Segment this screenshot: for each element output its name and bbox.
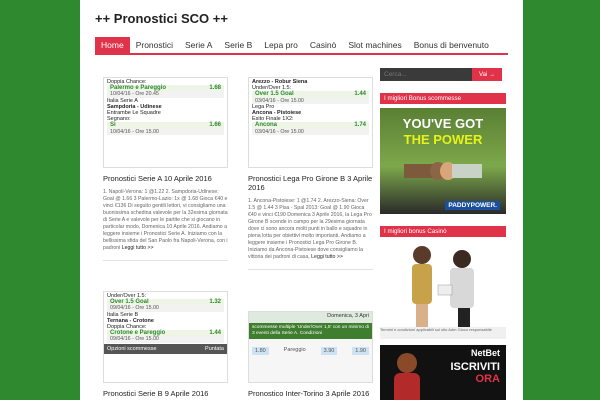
netbet-logo: NetBet bbox=[470, 348, 500, 358]
nav-lega-pro[interactable]: Lepa pro bbox=[258, 37, 304, 53]
divider bbox=[103, 260, 228, 261]
netbet-banner[interactable]: NetBet ISCRIVITI ORA bbox=[380, 345, 506, 400]
nav-bonus-benvenuto[interactable]: Bonus di benvenuto bbox=[408, 37, 495, 53]
casino-people-image bbox=[412, 246, 474, 327]
bet-slip: Arezzo - Robur Siena Under/Over 1.5: Ove… bbox=[249, 78, 372, 136]
banner-headline: YOU'VE GOT bbox=[402, 116, 484, 131]
search-form: Vai → bbox=[380, 68, 506, 81]
divider bbox=[248, 269, 373, 270]
bet-slip: Under/Over 1.5: Over 1.5 Goal 1.32 09/04/… bbox=[104, 292, 227, 344]
nav-home[interactable]: Home bbox=[95, 37, 130, 53]
read-more-link[interactable]: Leggi tutto >> bbox=[311, 254, 343, 260]
post-excerpt: 1. Ancona-Pistoiese: 1 @1.74 2. Arezzo-S… bbox=[248, 198, 372, 260]
casino-banner[interactable]: Termini e condizioni applicabili sul sit… bbox=[380, 241, 506, 339]
bet-slip: Doppia Chance: Palermo e Pareggio 1.68 10… bbox=[104, 78, 227, 136]
bet-date: Domenica, 3 Apri bbox=[249, 312, 372, 323]
post-thumbnail[interactable]: Arezzo - Robur Siena Under/Over 1.5: Ove… bbox=[248, 77, 373, 168]
paddypower-logo: PADDYPOWER. bbox=[445, 201, 500, 210]
nav-pronostici[interactable]: Pronostici bbox=[130, 37, 179, 53]
sidebar: Vai → I migliori Bonus scommesse YOU'VE … bbox=[380, 68, 506, 400]
odds-row: 1.80 Pareggio 3.90 1.90 bbox=[249, 339, 372, 355]
post-excerpt: 1. Napoli-Verona: 1 @1.22 2. Sampdoria-U… bbox=[103, 189, 228, 251]
post-title[interactable]: Pronostici Serie B 9 Aprile 2016 bbox=[103, 389, 228, 398]
post-card: Under/Over 1.5: Over 1.5 Goal 1.32 09/04/… bbox=[103, 291, 228, 398]
search-button[interactable]: Vai → bbox=[472, 68, 502, 81]
paddypower-banner[interactable]: YOU'VE GOT THE POWER PADDYPOWER. bbox=[380, 108, 506, 214]
widget-title: I migliori Bonus scommesse bbox=[380, 93, 506, 104]
post-thumbnail[interactable]: Under/Over 1.5: Over 1.5 Goal 1.32 09/04/… bbox=[103, 291, 228, 383]
page-container: ++ Pronostici SCO ++ Home Pronostici Ser… bbox=[80, 0, 523, 400]
widget-title: I migliori bonus Casinò bbox=[380, 226, 506, 237]
fist-bump-icon bbox=[404, 162, 482, 180]
nav-slot-machines[interactable]: Slot machines bbox=[342, 37, 407, 53]
bet-date: 10/04/16 - Ore 15.00 bbox=[107, 128, 224, 135]
read-more-link[interactable]: Leggi tutto >> bbox=[122, 245, 154, 251]
post-title[interactable]: Pronostici Serie A 10 Aprile 2016 bbox=[103, 174, 228, 183]
post-card: Domenica, 3 Apri scommesse multiple 'Und… bbox=[248, 311, 373, 398]
nav-serie-b[interactable]: Serie B bbox=[218, 37, 258, 53]
post-card: Arezzo - Robur Siena Under/Over 1.5: Ove… bbox=[248, 77, 373, 270]
banner-headline: THE POWER bbox=[403, 132, 483, 147]
arrow-right-icon: → bbox=[488, 71, 495, 78]
bet-date: 09/04/16 - Ore 15.00 bbox=[107, 336, 224, 343]
search-input[interactable] bbox=[380, 68, 472, 81]
post-thumbnail[interactable]: Domenica, 3 Apri scommesse multiple 'Und… bbox=[248, 311, 373, 383]
banner-fine-print: Termini e condizioni applicabili sul sit… bbox=[380, 327, 506, 339]
post-title[interactable]: Pronostici Lega Pro Girone B 3 Aprile 20… bbox=[248, 174, 373, 192]
bet-options-bar: Opzioni scommesse Puntata bbox=[104, 343, 227, 354]
post-card: Doppia Chance: Palermo e Pareggio 1.68 10… bbox=[103, 77, 228, 261]
banner-headline: ISCRIVITI ORA bbox=[450, 361, 500, 385]
main-nav: Home Pronostici Serie A Serie B Lepa pro… bbox=[95, 37, 495, 53]
post-thumbnail[interactable]: Doppia Chance: Palermo e Pareggio 1.68 10… bbox=[103, 77, 228, 168]
promo-notice: scommesse multiple 'Under/Over 1,5' con … bbox=[249, 323, 372, 339]
nav-serie-a[interactable]: Serie A bbox=[179, 37, 218, 53]
site-title[interactable]: ++ Pronostici SCO ++ bbox=[95, 11, 228, 26]
nav-casino[interactable]: Casinò bbox=[304, 37, 342, 53]
person-image bbox=[394, 353, 420, 400]
bet-date: 03/04/16 - Ore 15.00 bbox=[252, 128, 369, 135]
post-title[interactable]: Pronostico Inter-Torino 3 Aprile 2016 bbox=[248, 389, 373, 398]
nav-underline bbox=[95, 53, 508, 55]
